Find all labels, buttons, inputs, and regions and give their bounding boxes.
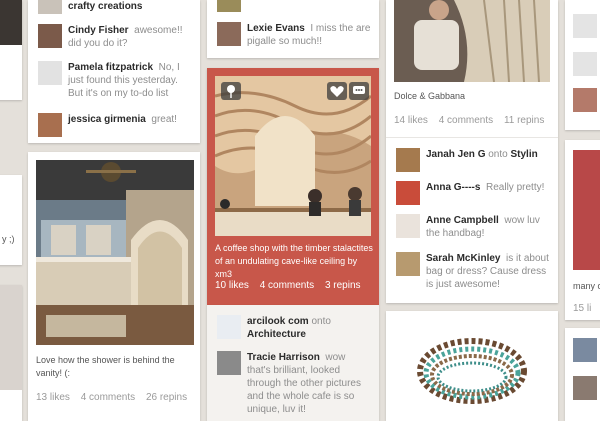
avatar[interactable] [396,214,420,238]
avatar[interactable] [217,315,241,339]
avatar[interactable] [217,22,241,46]
avatar[interactable] [396,252,420,276]
comment-item: Lexie Evans I miss the are pigalle so mu… [217,22,371,48]
avatar[interactable] [38,61,62,85]
photo-partial-left[interactable] [0,0,22,45]
comment-button[interactable] [349,82,369,100]
pin-description: A coffee shop with the timber stalactite… [215,243,373,279]
avatar[interactable] [573,52,597,76]
commenter-name[interactable]: Tracie Harrison [247,352,320,363]
source-user[interactable]: Janah Jen G [426,149,485,160]
pin-stats: 14 likes 4 comments 11 repins [394,115,552,126]
avatar[interactable] [573,376,597,400]
avatar[interactable] [573,338,597,362]
commenter-name[interactable]: Pamela fitzpatrick [68,62,153,73]
commenter-name[interactable]: Anna G----s [426,182,480,193]
repins-count[interactable]: 3 repins [325,280,361,291]
comments-count[interactable]: 4 comments [439,115,493,126]
commenter-name[interactable]: Lexie Evans [247,23,305,34]
commenter-name[interactable]: Sarah McKinley [426,253,500,264]
heart-icon [330,86,344,97]
pin-description: many c [573,281,600,291]
comment-item: Anne Campbell wow luv the handbag! [396,214,550,240]
avatar[interactable] [396,181,420,205]
pin-icon [227,85,235,93]
commenter-name[interactable]: Anne Campbell [426,215,499,226]
pin-image-bathroom[interactable] [36,160,194,345]
pin-image-bracelets[interactable] [394,319,550,421]
likes-count[interactable]: 14 likes [394,115,428,126]
pin-image-cafe[interactable] [215,76,371,236]
card-partial-right [565,0,600,130]
card-partial-left-3 [0,285,22,421]
pin-card-cafe-footer: arcilook com onto Architecture Tracie Har… [207,305,379,421]
comment-text: great! [151,114,177,125]
commenter-name[interactable]: Cindy Fisher [68,25,129,36]
card-partial-left [0,0,22,100]
avatar[interactable] [396,148,420,172]
comment-item: Cindy Fisher awesome!! did you do it? [38,24,192,50]
pin-stats: 10 likes 4 comments 3 repins [215,280,369,291]
source-user[interactable]: arcilook com [247,316,309,327]
divider [386,137,558,138]
board-name[interactable]: Stylin [511,149,538,160]
likes-count[interactable]: 13 likes [36,392,70,403]
source-attribution: Janah Jen G onto Stylin [396,148,550,172]
pin-image-dolce[interactable] [394,0,550,82]
comments-count[interactable]: 4 comments [260,280,314,291]
avatar[interactable] [38,113,62,137]
pin-card-bracelets [386,311,558,421]
comment-item: Sarah McKinley is it about bag or dress?… [396,252,550,291]
comment-item: crafty creations [38,0,192,14]
comment-snippet: y ;) [2,234,15,244]
avatar[interactable] [217,0,241,12]
comment-item: Anna G----s Really pretty! [396,181,550,205]
card-partial-right-3 [565,328,600,421]
comment-item: Tracie Harrison wow that's brilliant, lo… [217,351,371,416]
board-name[interactable]: Architecture [247,329,306,340]
repin-button[interactable] [221,82,241,100]
avatar[interactable] [573,14,597,38]
card-partial-left-2: y ;) [0,175,22,265]
comments-count[interactable]: 4 comments [81,392,135,403]
comment-text[interactable]: crafty creations [68,0,192,13]
avatar[interactable] [38,0,62,14]
source-attribution: arcilook com onto Architecture [217,315,371,341]
comment-item: Pamela fitzpatrick No, I just found this… [38,61,192,100]
repins-count[interactable]: 11 repins [504,115,544,126]
likes-count[interactable]: 10 likes [215,280,249,291]
photo-partial-right[interactable] [573,150,600,270]
photo-partial-left-3[interactable] [0,285,22,390]
pin-card-comments-2: Lexie Evans I miss the are pigalle so mu… [207,0,379,58]
pin-stats[interactable]: 15 li [573,303,591,314]
pin-card-cafe[interactable]: A coffee shop with the timber stalactite… [207,68,379,305]
pin-description: Love how the shower is behind the vanity… [36,355,175,378]
avatar[interactable] [38,24,62,48]
avatar[interactable] [217,351,241,375]
pin-card-bathroom: Love how the shower is behind the vanity… [28,152,200,421]
pin-stats: 13 likes 4 comments 26 repins [36,392,195,403]
like-button[interactable] [327,82,347,100]
pin-description: Dolce & Gabbana [394,91,466,101]
card-partial-right-2: many c 15 li [565,140,600,320]
repins-count[interactable]: 26 repins [146,392,187,403]
onto-label: onto [311,316,331,327]
comment-item: jessica girmenia great! [38,113,192,137]
onto-label: onto [488,149,508,160]
pin-card-comments-1: crafty creations Cindy Fisher awesome!! … [28,0,200,143]
commenter-name[interactable]: jessica girmenia [68,114,146,125]
comment-text: Really pretty! [486,182,545,193]
pin-card-dolce: Dolce & Gabbana 14 likes 4 comments 11 r… [386,0,558,303]
avatar[interactable] [573,88,597,112]
